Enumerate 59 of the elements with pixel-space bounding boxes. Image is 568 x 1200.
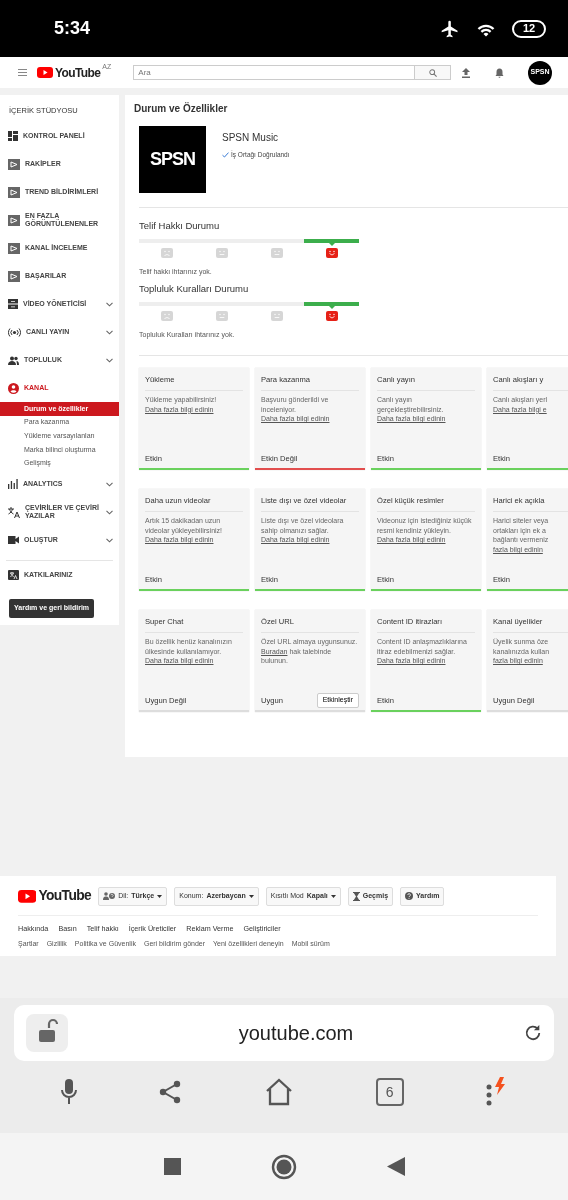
broadcast-icon xyxy=(8,327,21,337)
status-time: 5:34 xyxy=(54,17,91,40)
channel-logo: SPSN xyxy=(139,126,206,193)
unlocked-padlock-icon xyxy=(26,1014,68,1052)
play-badge-icon xyxy=(8,158,20,170)
search-field[interactable]: Ara xyxy=(133,65,416,80)
airplane-icon xyxy=(440,18,460,39)
help-icon xyxy=(405,892,414,901)
chevron-down-icon xyxy=(106,301,113,307)
play-badge-icon xyxy=(8,270,20,282)
caret-down-icon xyxy=(248,894,254,898)
search-button[interactable] xyxy=(415,65,452,80)
pointer-icon xyxy=(328,306,335,309)
menu-icon[interactable] xyxy=(18,69,27,76)
chevron-down-icon xyxy=(106,537,113,543)
chevron-down-icon xyxy=(106,357,113,363)
channel-name: SPSN Music xyxy=(222,131,280,145)
video-camera-icon xyxy=(8,536,19,545)
people-help-icon xyxy=(103,892,116,901)
menu-alert-icon[interactable] xyxy=(485,1077,508,1107)
tab-count[interactable]: 6 xyxy=(375,1078,404,1106)
bell-icon[interactable] xyxy=(495,67,504,78)
page-title: Durum ve Özellikler xyxy=(134,103,229,115)
address-bar[interactable]: youtube.com xyxy=(14,1005,554,1061)
home-icon[interactable] xyxy=(264,1077,294,1107)
youtube-logo-icon xyxy=(18,890,37,903)
play-badge-icon xyxy=(8,242,20,254)
caret-down-icon xyxy=(330,894,336,898)
translate-box-icon xyxy=(8,569,19,581)
account-icon xyxy=(8,382,19,394)
check-icon xyxy=(222,151,229,158)
battery-indicator: 12 xyxy=(512,19,546,38)
dashboard-icon xyxy=(8,131,18,142)
chevron-down-icon xyxy=(106,509,113,515)
logo-wordmark: YouTube xyxy=(38,887,92,905)
hourglass-icon xyxy=(352,891,360,901)
pointer-icon xyxy=(328,243,335,247)
search-icon xyxy=(428,68,437,77)
reload-icon[interactable] xyxy=(524,1024,542,1042)
upload-icon[interactable] xyxy=(461,67,471,78)
youtube-logo-icon xyxy=(37,67,53,78)
video-list-icon xyxy=(8,299,18,310)
translate-icon xyxy=(8,506,20,518)
play-badge-icon xyxy=(8,214,20,226)
logo-wordmark: YouTube xyxy=(55,64,101,82)
bar-chart-icon xyxy=(8,479,18,490)
back-icon[interactable] xyxy=(386,1157,405,1176)
caret-down-icon xyxy=(157,894,163,898)
section-title: Telif Hakkı Durumu xyxy=(139,219,221,233)
play-badge-icon xyxy=(8,186,20,198)
people-icon xyxy=(8,355,19,365)
chevron-down-icon xyxy=(106,329,113,335)
section-title: Topluluk Kuralları Durumu xyxy=(139,281,250,296)
recent-apps-icon[interactable] xyxy=(163,1158,181,1175)
home-button-icon[interactable] xyxy=(270,1153,297,1180)
url-text: youtube.com xyxy=(237,1021,355,1046)
share-icon[interactable] xyxy=(158,1080,183,1104)
microphone-icon[interactable] xyxy=(60,1079,77,1105)
chevron-down-icon xyxy=(106,481,113,487)
